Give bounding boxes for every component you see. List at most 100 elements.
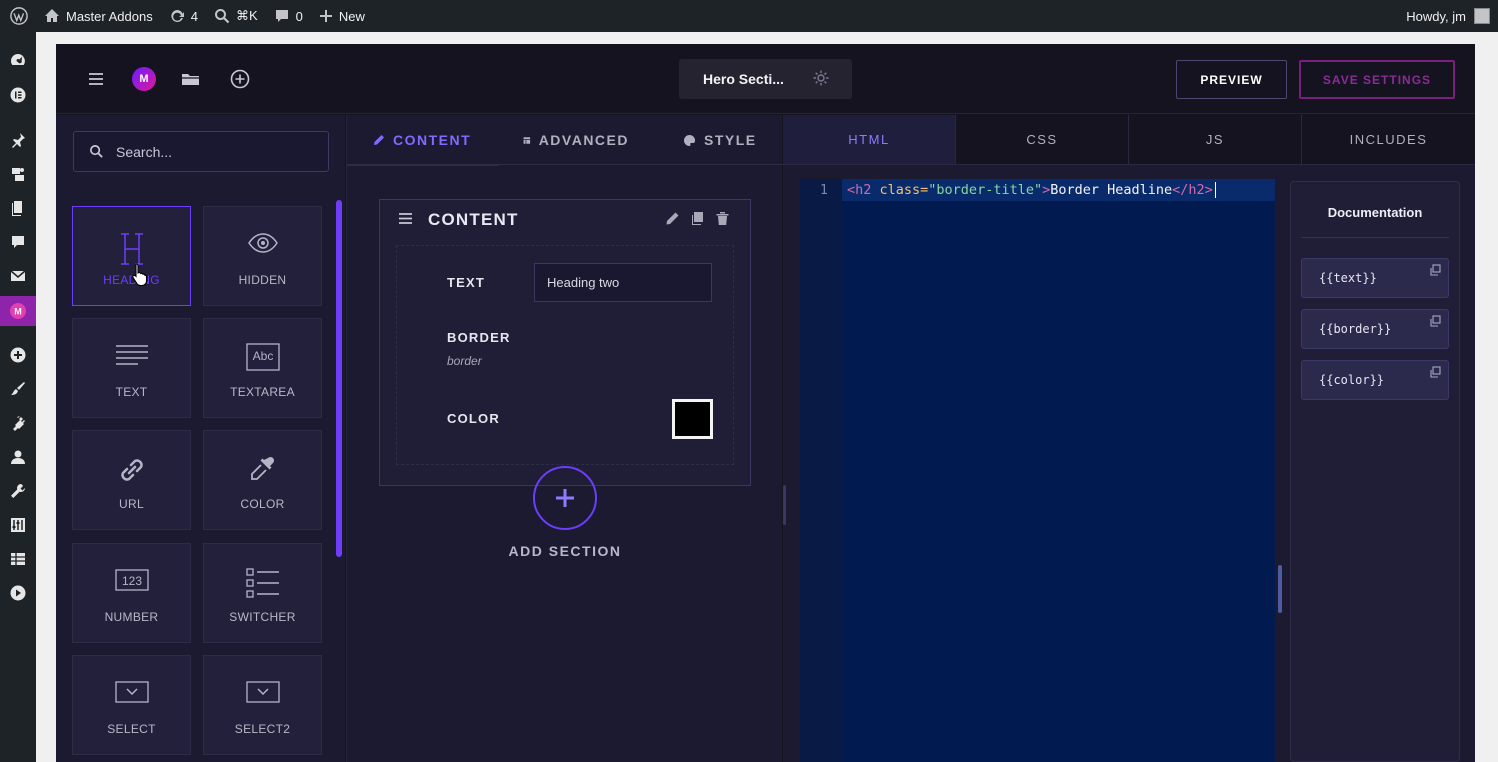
pencil-icon xyxy=(666,212,679,225)
copy-icon[interactable] xyxy=(1429,366,1441,381)
doc-variable-item[interactable]: {{border}} xyxy=(1301,309,1449,349)
textarea-abc-icon: Abc xyxy=(204,343,321,373)
widget-select[interactable]: SELECT xyxy=(72,655,191,755)
copy-icon[interactable] xyxy=(1429,264,1441,279)
dashboard-menu-icon[interactable] xyxy=(0,45,36,75)
site-name-link[interactable]: Master Addons xyxy=(36,0,161,32)
widget-color[interactable]: COLOR xyxy=(203,430,322,530)
elementor-menu-icon[interactable] xyxy=(0,80,36,110)
search-shortcut: ⌘K xyxy=(235,8,258,23)
posts-pin-icon[interactable] xyxy=(0,125,36,155)
widget-search-input[interactable]: Search... xyxy=(73,131,329,172)
code-inner-text: Border Headline xyxy=(1050,182,1173,198)
svg-text:M: M xyxy=(14,307,22,317)
edit-section-button[interactable] xyxy=(665,211,680,231)
save-settings-button[interactable]: SAVE SETTINGS xyxy=(1299,60,1455,99)
admin-search-link[interactable]: ⌘K xyxy=(206,0,266,32)
doc-variable-item[interactable]: {{text}} xyxy=(1301,258,1449,298)
widget-number[interactable]: 123 NUMBER xyxy=(72,543,191,643)
link-icon xyxy=(73,455,190,485)
code-tab-html[interactable]: HTML xyxy=(783,115,956,165)
select-dropdown-icon xyxy=(73,680,190,704)
widget-select2[interactable]: SELECT2 xyxy=(203,655,322,755)
documentation-title: Documentation xyxy=(1327,205,1423,220)
widget-label: URL xyxy=(119,497,144,511)
mail-icon[interactable] xyxy=(0,261,36,291)
trash-icon xyxy=(716,212,729,225)
text-field-input[interactable]: Heading two xyxy=(534,263,712,302)
section-header: CONTENT xyxy=(380,200,750,240)
code-line[interactable]: <h2 class= "border-title" > Border Headline… xyxy=(842,179,1275,201)
code-tab-js[interactable]: JS xyxy=(1129,115,1302,165)
tab-style[interactable]: STYLE xyxy=(649,115,783,165)
page-title-box[interactable]: Hero Secti... xyxy=(679,59,852,99)
widget-label: SWITCHER xyxy=(229,610,296,624)
media-icon[interactable] xyxy=(0,159,36,189)
wp-admin-bar: Master Addons 4 ⌘K 0 New Howdy, jm xyxy=(0,0,1498,32)
panel-resize-handle[interactable] xyxy=(783,485,786,525)
mouse-pointer-icon xyxy=(131,262,149,291)
users-icon[interactable] xyxy=(0,442,36,472)
drag-handle-icon[interactable] xyxy=(398,212,413,230)
play-circle-icon[interactable] xyxy=(0,578,36,608)
copy-icon[interactable] xyxy=(1429,315,1441,330)
add-section-button[interactable] xyxy=(533,466,597,530)
duplicate-section-button[interactable] xyxy=(690,211,705,231)
comments-menu-icon[interactable] xyxy=(0,227,36,257)
search-icon xyxy=(214,9,230,24)
avatar xyxy=(1474,8,1490,24)
wp-logo-button[interactable] xyxy=(0,0,36,32)
appearance-brush-icon[interactable] xyxy=(0,374,36,404)
menu-toggle-button[interactable] xyxy=(85,68,107,90)
master-addons-menu-icon[interactable]: M xyxy=(0,296,36,326)
widget-switcher[interactable]: SWITCHER xyxy=(203,543,322,643)
line-gutter: 1 xyxy=(800,179,842,762)
master-addons-logo: M xyxy=(132,67,156,91)
widgets-scrollbar[interactable] xyxy=(336,200,342,557)
wordpress-icon xyxy=(10,7,28,25)
html-code-editor[interactable]: 1 <h2 class= "border-title" > Border Headli… xyxy=(800,179,1275,762)
tab-advanced[interactable]: ADVANCED xyxy=(499,115,649,165)
widget-textarea[interactable]: Abc TEXTAREA xyxy=(203,318,322,418)
search-icon xyxy=(89,144,104,162)
settings-gear-button[interactable] xyxy=(812,69,830,90)
preview-button[interactable]: PREVIEW xyxy=(1176,60,1287,99)
my-account[interactable]: Howdy, jm xyxy=(1406,8,1498,24)
code-tab-includes[interactable]: INCLUDES xyxy=(1302,115,1475,165)
widget-url[interactable]: URL xyxy=(72,430,191,530)
wp-admin-menu: M xyxy=(0,32,36,762)
code-tab-css[interactable]: CSS xyxy=(956,115,1129,165)
color-picker-swatch[interactable] xyxy=(672,399,713,439)
delete-section-button[interactable] xyxy=(715,211,730,231)
text-lines-icon xyxy=(73,343,190,369)
new-content-link[interactable]: New xyxy=(311,0,373,32)
section-actions xyxy=(665,211,730,231)
variable-name: {{border}} xyxy=(1319,322,1392,336)
pages-icon[interactable] xyxy=(0,193,36,223)
widget-hidden[interactable]: HIDDEN xyxy=(203,206,322,306)
widget-label: COLOR xyxy=(240,497,285,511)
add-circle-icon[interactable] xyxy=(0,340,36,370)
gear-icon xyxy=(813,70,829,86)
updates-count: 4 xyxy=(190,8,198,24)
doc-variable-item[interactable]: {{color}} xyxy=(1301,360,1449,400)
widget-heading[interactable]: HEADING xyxy=(72,206,191,306)
table-icon[interactable] xyxy=(0,544,36,574)
plus-icon xyxy=(556,489,574,507)
editor-scrollbar[interactable] xyxy=(1278,565,1282,613)
svg-text:Abc: Abc xyxy=(252,349,273,363)
eyedropper-icon xyxy=(204,455,321,485)
open-folder-button[interactable] xyxy=(180,68,202,90)
palette-icon xyxy=(684,134,696,146)
add-new-button[interactable] xyxy=(229,68,251,90)
widget-text[interactable]: TEXT xyxy=(72,318,191,418)
settings-sliders-icon[interactable] xyxy=(0,510,36,540)
tab-content[interactable]: CONTENT xyxy=(347,115,499,166)
code-tag-open: <h2 xyxy=(847,182,872,198)
site-name: Master Addons xyxy=(66,8,153,24)
plugins-icon[interactable] xyxy=(0,408,36,438)
widget-label: TEXT xyxy=(115,385,148,399)
comments-link[interactable]: 0 xyxy=(266,0,311,32)
updates-link[interactable]: 4 xyxy=(161,0,206,32)
tools-wrench-icon[interactable] xyxy=(0,476,36,506)
